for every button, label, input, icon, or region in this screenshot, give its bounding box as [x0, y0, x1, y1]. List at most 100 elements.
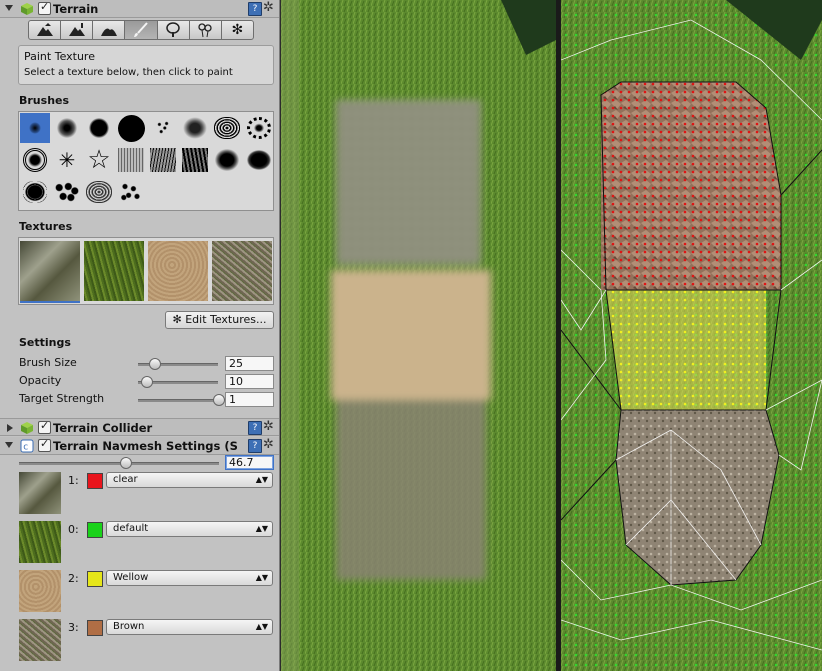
foldout-arrow-icon[interactable]	[7, 424, 13, 432]
paint-details-button[interactable]	[188, 20, 222, 40]
navmesh-row-0: 0: default ▲▼	[18, 521, 274, 565]
settings-heading: Settings	[19, 336, 71, 349]
navmesh-title: Terrain Navmesh Settings (S	[53, 439, 238, 453]
navmesh-row-1: 1: clear ▲▼	[18, 472, 274, 516]
navmesh-threshold-knob[interactable]	[120, 457, 132, 469]
paintbrush-icon	[133, 22, 148, 37]
collider-enabled-checkbox[interactable]	[38, 419, 51, 434]
texture-grass[interactable]	[84, 241, 144, 301]
dropdown-arrow-icon: ▲▼	[255, 524, 268, 533]
brush-dots-small[interactable]	[116, 177, 146, 207]
brush-grass-dark[interactable]	[180, 145, 210, 175]
row-index: 0:	[68, 523, 79, 536]
textures-heading: Textures	[19, 220, 73, 233]
navmesh-threshold-slider[interactable]	[19, 457, 219, 469]
scene-view-navmesh[interactable]	[561, 0, 822, 671]
mountain-up-icon	[36, 23, 53, 36]
opacity-slider[interactable]	[138, 376, 218, 388]
gear-icon[interactable]: ✲	[263, 0, 274, 15]
target-strength-field[interactable]: 1	[225, 392, 274, 407]
area-color-swatch[interactable]	[87, 522, 103, 538]
help-icon[interactable]: ?	[248, 439, 262, 453]
texture-rock[interactable]	[20, 241, 80, 301]
row-index: 1:	[68, 474, 79, 487]
opacity-field[interactable]: 10	[225, 374, 274, 389]
terrain-enabled-checkbox[interactable]	[38, 0, 51, 15]
area-type-dropdown[interactable]: Wellow ▲▼	[106, 570, 273, 586]
brush-soft-small[interactable]	[20, 113, 50, 143]
navmesh-threshold-field[interactable]: 46.7	[225, 455, 274, 470]
brush-swirl[interactable]	[244, 113, 274, 143]
edit-textures-label: Edit Textures...	[185, 313, 267, 326]
paint-texture-button[interactable]	[124, 20, 158, 40]
help-icon[interactable]: ?	[248, 421, 262, 435]
brush-speckle-dense[interactable]	[180, 113, 210, 143]
brush-blot[interactable]	[20, 177, 50, 207]
gear-icon: ✻	[231, 22, 244, 38]
brush-scribble[interactable]	[212, 113, 242, 143]
dropdown-arrow-icon: ▲▼	[255, 475, 268, 484]
brush-dots-large[interactable]	[52, 177, 82, 207]
brush-star[interactable]: ☆	[84, 145, 114, 175]
terrain-component-header[interactable]: Terrain ? ✲	[0, 0, 279, 18]
area-type-value: Brown	[113, 621, 145, 632]
brush-starburst[interactable]: ✳	[52, 145, 82, 175]
brush-hard-large[interactable]	[116, 113, 146, 143]
row-index: 3:	[68, 621, 79, 634]
area-type-value: Wellow	[113, 572, 149, 583]
area-color-swatch[interactable]	[87, 473, 103, 489]
area-type-dropdown[interactable]: Brown ▲▼	[106, 619, 273, 635]
opacity-label: Opacity	[19, 374, 62, 387]
row-index: 2:	[68, 572, 79, 585]
inspector-panel: Terrain ? ✲ ✻ Paint Texture Select a tex…	[0, 0, 280, 671]
brush-leaves[interactable]	[84, 177, 114, 207]
dropdown-arrow-icon: ▲▼	[255, 622, 268, 631]
target-strength-slider[interactable]	[138, 394, 225, 406]
brush-splat[interactable]	[20, 145, 50, 175]
scene-view-terrain[interactable]	[281, 0, 556, 671]
brush-grass-strokes[interactable]	[148, 145, 178, 175]
place-trees-button[interactable]	[156, 20, 190, 40]
script-icon: c	[20, 439, 34, 453]
brush-hard-medium[interactable]	[84, 113, 114, 143]
gear-icon[interactable]: ✲	[263, 437, 274, 452]
svg-text:c: c	[23, 443, 28, 453]
terrain-title: Terrain	[53, 2, 99, 16]
area-type-dropdown[interactable]: default ▲▼	[106, 521, 273, 537]
brush-grid: ✳ ☆	[18, 111, 274, 211]
area-color-swatch[interactable]	[87, 571, 103, 587]
brushes-heading: Brushes	[19, 94, 70, 107]
texture-rock-thumb	[19, 472, 61, 514]
paint-height-button[interactable]	[60, 20, 94, 40]
brush-cloud[interactable]	[244, 145, 274, 175]
brush-size-slider[interactable]	[138, 358, 218, 370]
mountain-smooth-icon	[100, 28, 117, 36]
texture-gravel[interactable]	[212, 241, 272, 301]
target-strength-knob[interactable]	[213, 394, 225, 406]
foldout-arrow-icon[interactable]	[5, 5, 13, 11]
navmesh-enabled-checkbox[interactable]	[38, 437, 51, 452]
terrain-toolbar: ✻	[28, 20, 254, 40]
area-type-dropdown[interactable]: clear ▲▼	[106, 472, 273, 488]
smooth-height-button[interactable]	[92, 20, 126, 40]
brush-speckle-small[interactable]	[148, 113, 178, 143]
brush-soft-medium[interactable]	[52, 113, 82, 143]
terrain-settings-button[interactable]: ✻	[220, 20, 254, 40]
help-icon[interactable]: ?	[248, 2, 262, 16]
foldout-arrow-icon[interactable]	[5, 442, 13, 448]
area-color-swatch[interactable]	[87, 620, 103, 636]
brush-size-label: Brush Size	[19, 356, 77, 369]
raise-lower-terrain-button[interactable]	[28, 20, 62, 40]
brush-size-field[interactable]: 25	[225, 356, 274, 371]
texture-sand[interactable]	[148, 241, 208, 301]
navmesh-settings-header[interactable]: c Terrain Navmesh Settings (S ? ✲	[0, 437, 279, 455]
brush-smudge[interactable]	[212, 145, 242, 175]
gear-icon[interactable]: ✲	[263, 419, 274, 434]
terrain-collider-header[interactable]: Terrain Collider ? ✲	[0, 418, 279, 436]
info-title: Paint Texture	[24, 50, 95, 63]
brush-grain-light[interactable]	[116, 145, 146, 175]
edit-textures-button[interactable]: ✻ Edit Textures...	[165, 311, 274, 329]
brush-size-knob[interactable]	[149, 358, 161, 370]
gear-icon: ✻	[172, 313, 182, 326]
opacity-knob[interactable]	[141, 376, 153, 388]
